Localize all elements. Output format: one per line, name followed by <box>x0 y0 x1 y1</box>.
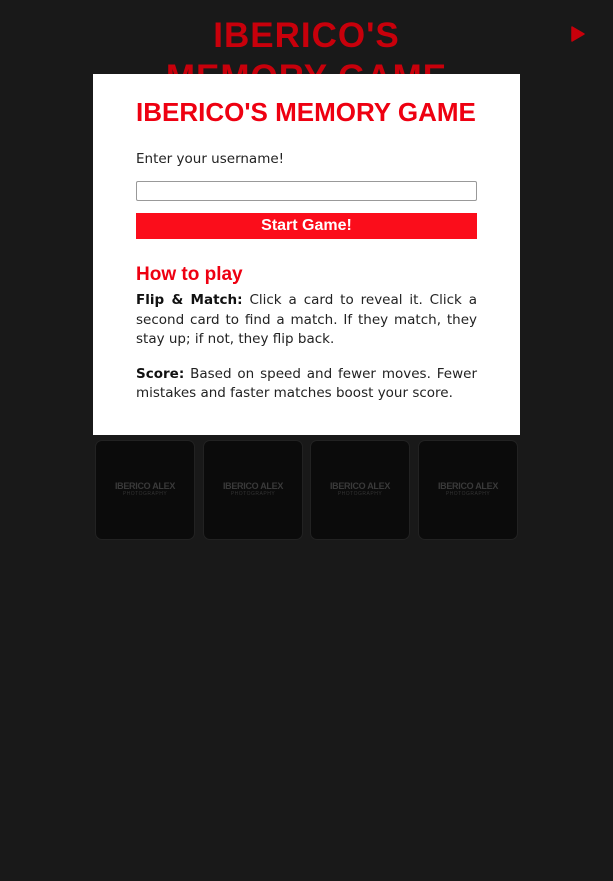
rule-score: Score: Based on speed and fewer moves. F… <box>136 365 477 404</box>
modal-title: IBERICO'S MEMORY GAME <box>136 97 476 127</box>
card-sub-text: PHOTOGRAPHY <box>337 491 383 497</box>
card-brand-text: IBERICO ALEX <box>437 481 499 491</box>
play-icon[interactable] <box>569 25 587 43</box>
rule-term: Flip & Match: <box>136 292 243 308</box>
start-modal: IBERICO'S MEMORY GAME Enter your usernam… <box>93 74 520 435</box>
card-sub-text: PHOTOGRAPHY <box>445 491 491 497</box>
rule-text: Based on speed and fewer moves. Fewer mi… <box>136 365 477 402</box>
memory-card[interactable]: IBERICO ALEXPHOTOGRAPHY <box>311 440 409 539</box>
card-brand-text: IBERICO ALEX <box>222 481 284 491</box>
card-sub-text: PHOTOGRAPHY <box>230 491 276 497</box>
username-label: Enter your username! <box>136 151 285 167</box>
card-sub-text: PHOTOGRAPHY <box>122 491 168 497</box>
memory-card[interactable]: IBERICO ALEXPHOTOGRAPHY <box>204 440 302 539</box>
how-to-play-heading: How to play <box>136 264 243 285</box>
start-game-button[interactable]: Start Game! <box>136 213 477 239</box>
card-brand-text: IBERICO ALEX <box>114 481 176 491</box>
rule-flip-match: Flip & Match: Click a card to reveal it.… <box>136 291 477 350</box>
username-input[interactable] <box>136 181 477 201</box>
memory-card[interactable]: IBERICO ALEXPHOTOGRAPHY <box>419 440 517 539</box>
card-brand-text: IBERICO ALEX <box>329 481 391 491</box>
memory-card[interactable]: IBERICO ALEXPHOTOGRAPHY <box>96 440 194 539</box>
rule-term: Score: <box>136 365 185 382</box>
